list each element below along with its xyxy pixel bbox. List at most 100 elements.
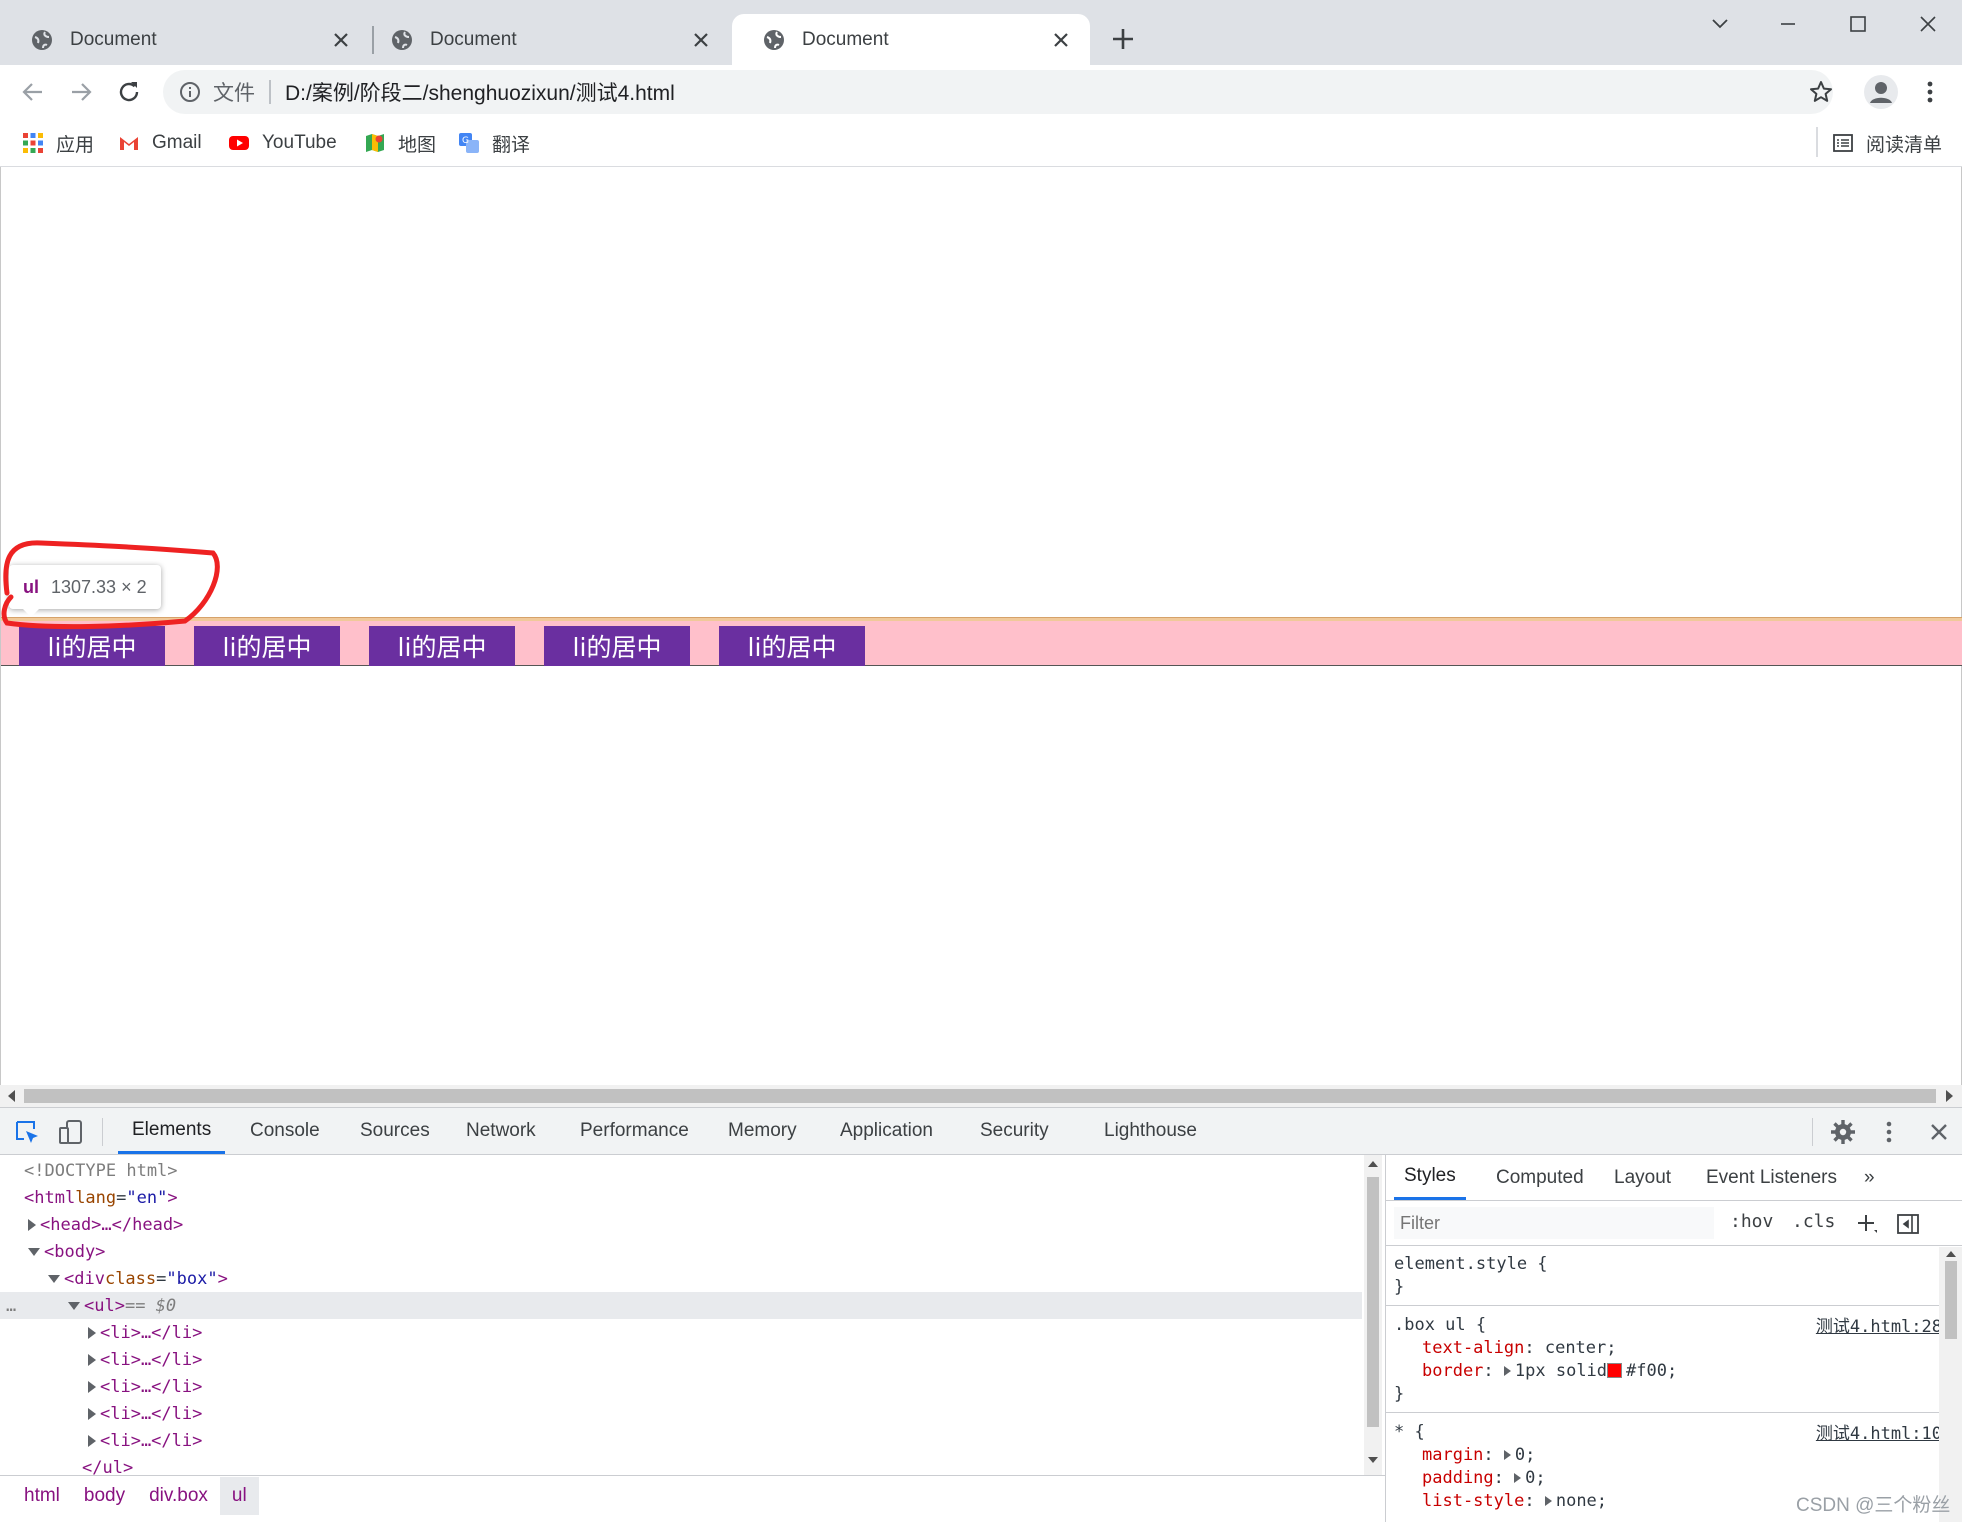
scrollbar-thumb[interactable] [1367,1177,1379,1427]
expand-triangle-icon[interactable] [88,1380,96,1393]
close-window-icon[interactable] [1916,12,1940,36]
tab-layout[interactable]: Layout [1604,1155,1681,1200]
browser-tab-1[interactable]: Document [0,14,370,65]
more-tabs-chevron[interactable]: » [1854,1155,1885,1200]
tab-computed[interactable]: Computed [1486,1155,1594,1200]
collapse-triangle-icon[interactable] [48,1274,60,1283]
gutter-dots[interactable]: … [6,1296,16,1316]
dom-li-node[interactable]: <li>…</li> [0,1346,1362,1373]
breadcrumb-ul[interactable]: ul [219,1476,259,1515]
expand-triangle-icon[interactable] [1503,1365,1511,1376]
close-devtools-icon[interactable] [1926,1119,1952,1145]
dom-li-node[interactable]: <li>…</li> [0,1373,1362,1400]
breadcrumb-div-box[interactable]: div.box [137,1477,220,1515]
back-arrow-icon[interactable] [20,79,46,105]
bookmark-maps[interactable]: 地图 [364,127,436,159]
more-vert-icon[interactable] [1876,1119,1902,1145]
tab-console[interactable]: Console [236,1108,334,1154]
styles-vertical-scrollbar[interactable] [1939,1247,1962,1522]
address-bar[interactable]: 文件 D:/案例/阶段二/shenghuozixun/测试4.html [163,70,1833,114]
scrollbar-thumb[interactable] [24,1089,1936,1103]
bookmark-gmail[interactable]: Gmail [118,127,202,159]
rule-selector[interactable]: * { [1394,1422,1425,1442]
tab-search-chevron-icon[interactable] [1708,12,1732,36]
toggle-sidebar-icon[interactable] [1896,1212,1920,1236]
settings-gear-icon[interactable] [1830,1119,1856,1145]
more-vert-icon[interactable] [1918,79,1942,105]
scroll-left-arrow[interactable] [8,1090,15,1102]
new-style-rule-plus-icon[interactable] [1856,1213,1878,1235]
horizontal-scrollbar[interactable] [0,1085,1962,1107]
expand-triangle-icon[interactable] [1503,1449,1511,1460]
scroll-right-arrow[interactable] [1946,1090,1953,1102]
profile-avatar[interactable] [1864,75,1898,109]
style-declaration[interactable]: margin: 0; [1386,1443,1946,1466]
info-icon[interactable] [179,81,201,103]
style-declaration[interactable]: text-align: center; [1386,1336,1946,1359]
expand-triangle-icon[interactable] [88,1434,96,1447]
collapse-triangle-icon[interactable] [68,1301,80,1310]
styles-filter-input[interactable] [1394,1207,1714,1239]
expand-triangle-icon[interactable] [88,1353,96,1366]
tab-performance[interactable]: Performance [566,1108,703,1154]
minimize-icon[interactable] [1776,12,1800,36]
rule-source-link[interactable]: 测试4.html:28 [1816,1312,1942,1337]
device-toolbar-icon[interactable] [58,1119,84,1145]
style-declaration[interactable]: border: 1px solid #f00; [1386,1359,1946,1382]
close-tab-icon[interactable] [1052,31,1070,49]
inspect-element-icon[interactable] [14,1119,40,1145]
dom-vertical-scrollbar[interactable] [1364,1155,1382,1475]
scroll-up-arrow[interactable] [1368,1161,1378,1167]
bookmark-star-icon[interactable] [1808,79,1834,105]
tab-elements[interactable]: Elements [118,1108,226,1154]
tab-memory[interactable]: Memory [714,1108,811,1154]
reload-icon[interactable] [116,79,142,105]
expand-triangle-icon[interactable] [1514,1472,1522,1483]
bookmark-apps[interactable]: 应用 [22,127,94,159]
rule-source-link[interactable]: 测试4.html:10 [1816,1419,1942,1444]
close-tab-icon[interactable] [692,31,710,49]
breadcrumb-html[interactable]: html [12,1477,72,1515]
collapse-triangle-icon[interactable] [28,1247,40,1256]
dom-ul-close[interactable]: </ul> [0,1454,1362,1476]
dom-div-box-node[interactable]: <div class = "box" > [0,1265,1362,1292]
dom-ul-node-selected[interactable]: … <ul> == $0 [0,1292,1362,1319]
tab-event-listeners[interactable]: Event Listeners [1696,1155,1847,1200]
bookmark-translate[interactable]: G 翻译 [458,127,530,159]
dom-head-node[interactable]: <head>…</head> [0,1211,1362,1238]
close-tab-icon[interactable] [332,31,350,49]
new-tab-plus-icon[interactable] [1110,26,1136,52]
cls-toggle[interactable]: .cls [1792,1211,1835,1232]
url-text[interactable]: D:/案例/阶段二/shenghuozixun/测试4.html [285,77,675,107]
style-declaration[interactable]: padding: 0; [1386,1466,1946,1489]
tab-sources[interactable]: Sources [346,1108,444,1154]
expand-triangle-icon[interactable] [28,1218,36,1231]
dom-li-node[interactable]: <li>…</li> [0,1400,1362,1427]
scroll-up-arrow[interactable] [1946,1251,1956,1257]
expand-triangle-icon[interactable] [1544,1495,1552,1506]
reading-list-button[interactable]: 阅读清单 [1832,127,1942,159]
dom-doctype[interactable]: <!DOCTYPE html> [0,1157,1362,1184]
dom-html-node[interactable]: <html lang = "en" > [0,1184,1362,1211]
scroll-down-arrow[interactable] [1368,1457,1378,1463]
expand-triangle-icon[interactable] [88,1326,96,1339]
breadcrumb-body[interactable]: body [72,1477,137,1515]
browser-tab-3-active[interactable]: Document [732,14,1090,65]
bookmark-youtube[interactable]: YouTube [228,127,337,159]
browser-tab-2[interactable]: Document [360,14,730,65]
color-swatch[interactable] [1607,1363,1623,1378]
rule-selector[interactable]: .box ul { [1394,1315,1486,1335]
dom-li-node[interactable]: <li>…</li> [0,1427,1362,1454]
dom-body-node[interactable]: <body> [0,1238,1362,1265]
tab-styles[interactable]: Styles [1394,1155,1466,1200]
dom-li-node[interactable]: <li>…</li> [0,1319,1362,1346]
expand-triangle-icon[interactable] [88,1407,96,1420]
forward-arrow-icon[interactable] [68,79,94,105]
tab-application[interactable]: Application [826,1108,947,1154]
tab-network[interactable]: Network [452,1108,550,1154]
tab-lighthouse[interactable]: Lighthouse [1090,1108,1211,1154]
hov-toggle[interactable]: :hov [1730,1211,1773,1232]
rule-selector[interactable]: element.style { [1386,1252,1946,1275]
scrollbar-thumb[interactable] [1945,1261,1957,1339]
maximize-icon[interactable] [1846,12,1870,36]
